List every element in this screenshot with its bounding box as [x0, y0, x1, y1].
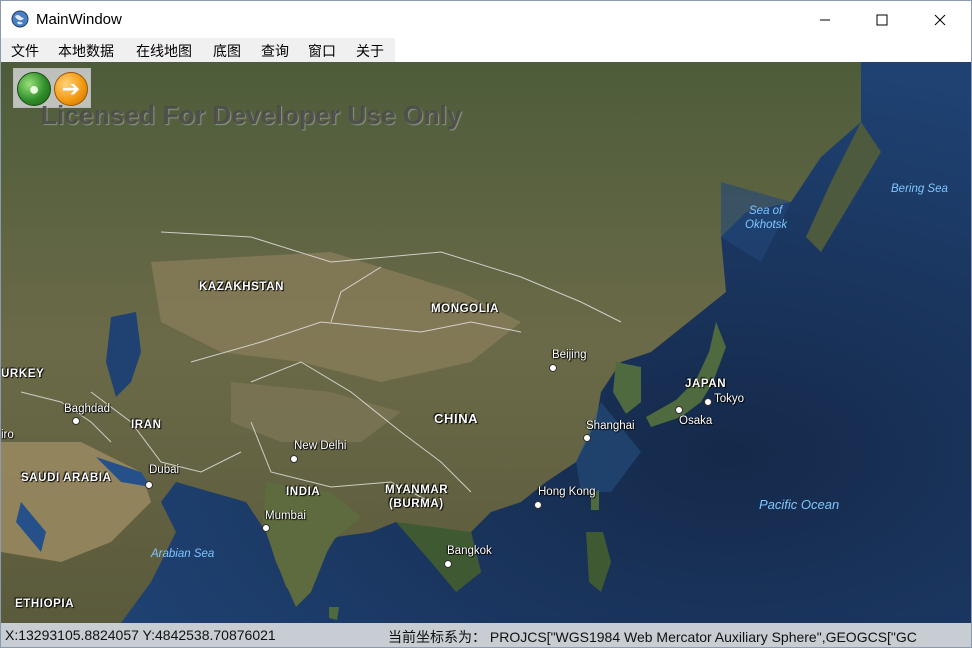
satellite-basemap [1, 62, 971, 623]
app-globe-icon [11, 10, 29, 28]
country-label-japan: JAPAN [685, 378, 727, 390]
title-bar[interactable]: MainWindow [1, 1, 971, 38]
ocean-label-bering: Bering Sea [891, 183, 948, 195]
ocean-label-okhotsk-line1: Sea of [749, 205, 783, 217]
city-label-cairo: iro [1, 429, 14, 441]
country-label-turkey: URKEY [1, 368, 45, 380]
menu-about[interactable]: 关于 [356, 41, 384, 61]
projection-readout: 当前坐标系为： PROJCS["WGS1984 Web Mercator Aux… [388, 629, 917, 645]
city-label-mumbai: Mumbai [265, 510, 306, 522]
ocean-label-okhotsk-line2: Okhotsk [745, 219, 788, 231]
minimize-icon [820, 19, 830, 20]
country-label-myanmar: MYANMAR [385, 484, 449, 496]
country-label-saudi-arabia: SAUDI ARABIA [21, 472, 112, 484]
menu-local-data[interactable]: 本地数据 [58, 41, 114, 61]
country-label-burma: (BURMA) [389, 498, 444, 510]
city-marker-bangkok [444, 560, 452, 568]
country-label-iran: IRAN [131, 419, 162, 431]
city-marker-osaka [675, 406, 683, 414]
menu-window[interactable]: 窗口 [308, 41, 336, 61]
city-marker-tokyo [704, 398, 712, 406]
ocean-label-arabian: Arabian Sea [151, 548, 215, 560]
country-label-china: CHINA [434, 411, 479, 426]
city-label-new-delhi: New Delhi [294, 440, 347, 452]
coordinate-readout: X:13293105.8824057 Y:4842538.70876021 [5, 627, 276, 643]
city-marker-beijing [549, 364, 557, 372]
close-button[interactable] [917, 1, 963, 38]
city-label-baghdad: Baghdad [64, 403, 111, 415]
menu-online-map[interactable]: 在线地图 [136, 41, 192, 61]
ocean-label-pacific: Pacific Ocean [759, 497, 840, 512]
city-label-beijing: Beijing [552, 349, 587, 361]
city-label-dubai: Dubai [149, 464, 180, 476]
menu-bar: 文件 本地数据 在线地图 底图 查询 窗口 关于 [1, 38, 395, 62]
close-icon [934, 14, 946, 25]
city-marker-baghdad [72, 417, 80, 425]
city-label-osaka: Osaka [679, 415, 713, 427]
city-marker-new-delhi [290, 455, 298, 463]
country-label-ethiopia: ETHIOPIA [15, 598, 75, 610]
city-label-bangkok: Bangkok [447, 545, 492, 557]
maximize-icon [876, 14, 888, 25]
city-marker-mumbai [262, 524, 270, 532]
city-label-hong-kong: Hong Kong [538, 486, 596, 498]
country-label-mongolia: MONGOLIA [431, 303, 500, 315]
city-label-shanghai: Shanghai [586, 420, 635, 432]
status-bar: X:13293105.8824057 Y:4842538.70876021 当前… [1, 623, 971, 647]
menu-file[interactable]: 文件 [11, 41, 39, 61]
country-label-kazakhstan: KAZAKHSTAN [199, 281, 285, 293]
city-marker-shanghai [583, 434, 591, 442]
license-watermark: Licensed For Developer Use Only [41, 100, 462, 130]
minimize-button[interactable] [802, 1, 848, 38]
map-view[interactable]: ● ➔ Licensed For Developer Use Only Beri… [1, 62, 971, 623]
maximize-button[interactable] [859, 1, 905, 38]
menu-basemap[interactable]: 底图 [213, 41, 241, 61]
main-window: MainWindow 文件 本地数据 在线地图 底图 查询 窗口 关于 ● ➔ … [0, 0, 972, 648]
city-label-tokyo: Tokyo [714, 393, 745, 405]
city-marker-dubai [145, 481, 153, 489]
window-title: MainWindow [36, 11, 122, 28]
menu-query[interactable]: 查询 [261, 41, 289, 61]
country-label-india: INDIA [286, 486, 321, 498]
city-marker-hong-kong [534, 501, 542, 509]
